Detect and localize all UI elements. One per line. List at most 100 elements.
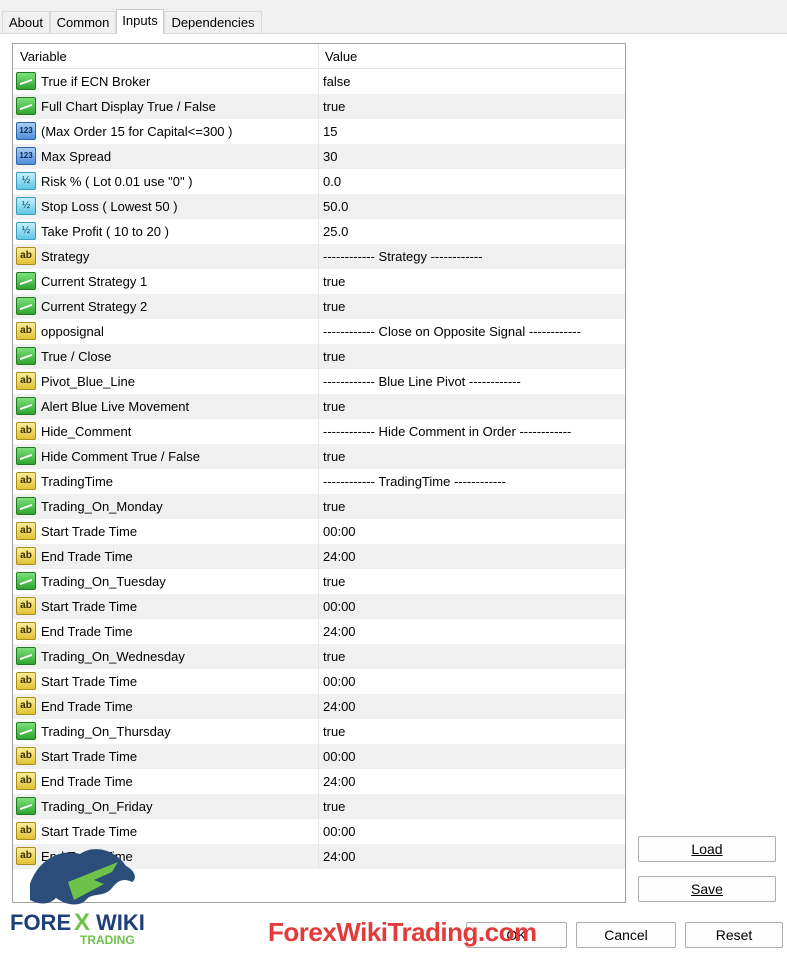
table-row[interactable]: Trading_On_Tuesday true: [13, 569, 625, 594]
variable-value[interactable]: ------------ Hide Comment in Order -----…: [323, 424, 571, 439]
bool-type-icon: [16, 572, 36, 590]
table-row[interactable]: Trading_On_Wednesday true: [13, 644, 625, 669]
table-row[interactable]: ½ Risk % ( Lot 0.01 use "0" ) 0.0: [13, 169, 625, 194]
table-row[interactable]: Trading_On_Thursday true: [13, 719, 625, 744]
variable-value[interactable]: true: [323, 574, 345, 589]
variable-value[interactable]: true: [323, 299, 345, 314]
table-row[interactable]: ab End Trade Time 24:00: [13, 544, 625, 569]
table-row[interactable]: ab Pivot_Blue_Line ------------ Blue Line …: [13, 369, 625, 394]
variable-value[interactable]: 24:00: [323, 774, 356, 789]
variable-value[interactable]: 30: [323, 149, 337, 164]
table-row[interactable]: ab Start Trade Time 00:00: [13, 519, 625, 544]
variable-value[interactable]: 24:00: [323, 699, 356, 714]
string-type-icon: ab: [16, 522, 36, 540]
variable-value[interactable]: 25.0: [323, 224, 348, 239]
table-row[interactable]: True / Close true: [13, 344, 625, 369]
table-row[interactable]: ab Start Trade Time 00:00: [13, 744, 625, 769]
save-button[interactable]: Save: [638, 876, 776, 902]
reset-button[interactable]: Reset: [685, 922, 783, 948]
variable-value[interactable]: 15: [323, 124, 337, 139]
variable-value[interactable]: 24:00: [323, 549, 356, 564]
variable-value[interactable]: 00:00: [323, 599, 356, 614]
table-row[interactable]: Trading_On_Friday true: [13, 794, 625, 819]
table-row[interactable]: Hide Comment True / False true: [13, 444, 625, 469]
reset-button-label: Reset: [715, 927, 753, 943]
variable-name: End Trade Time: [41, 624, 133, 639]
variable-name: (Max Order 15 for Capital<=300 ): [41, 124, 233, 139]
table-row[interactable]: 123 Max Spread 30: [13, 144, 625, 169]
variable-value[interactable]: 00:00: [323, 749, 356, 764]
variable-value[interactable]: 0.0: [323, 174, 341, 189]
table-row[interactable]: ab End Trade Time 24:00: [13, 694, 625, 719]
variable-value[interactable]: true: [323, 799, 345, 814]
variable-value[interactable]: true: [323, 349, 345, 364]
column-divider: [318, 694, 319, 719]
variable-value[interactable]: true: [323, 399, 345, 414]
table-row[interactable]: Trading_On_Monday true: [13, 494, 625, 519]
table-row[interactable]: Current Strategy 2 true: [13, 294, 625, 319]
variable-value[interactable]: true: [323, 649, 345, 664]
table-row[interactable]: ab End Trade Time 24:00: [13, 769, 625, 794]
variable-value[interactable]: true: [323, 99, 345, 114]
column-divider: [318, 94, 319, 119]
table-row[interactable]: ab Start Trade Time 00:00: [13, 669, 625, 694]
variable-value[interactable]: ------------ TradingTime ------------: [323, 474, 506, 489]
variable-value[interactable]: 24:00: [323, 849, 356, 864]
tab-common[interactable]: Common: [50, 11, 116, 33]
variable-name: Full Chart Display True / False: [41, 99, 216, 114]
variable-value[interactable]: 24:00: [323, 624, 356, 639]
column-divider: [318, 744, 319, 769]
table-row[interactable]: 123 (Max Order 15 for Capital<=300 ) 15: [13, 119, 625, 144]
variable-value[interactable]: true: [323, 724, 345, 739]
table-row[interactable]: ab Start Trade Time 00:00: [13, 819, 625, 844]
variable-value[interactable]: true: [323, 499, 345, 514]
bool-type-icon: [16, 272, 36, 290]
variable-value[interactable]: 50.0: [323, 199, 348, 214]
variable-value[interactable]: ------------ Close on Opposite Signal --…: [323, 324, 581, 339]
column-divider: [318, 169, 319, 194]
variable-value[interactable]: false: [323, 74, 350, 89]
table-row[interactable]: ½ Take Profit ( 10 to 20 ) 25.0: [13, 219, 625, 244]
variable-value[interactable]: ------------ Strategy ------------: [323, 249, 483, 264]
svg-text:TRADING: TRADING: [80, 933, 135, 947]
column-divider: [318, 69, 319, 94]
variable-value[interactable]: 00:00: [323, 824, 356, 839]
inputs-list[interactable]: Variable Value True if ECN Broker false Fu…: [12, 43, 626, 903]
variable-value[interactable]: 00:00: [323, 674, 356, 689]
column-divider: [318, 444, 319, 469]
variable-name: Start Trade Time: [41, 824, 138, 839]
load-button[interactable]: Load: [638, 836, 776, 862]
table-row[interactable]: ab Strategy ------------ Strategy --------…: [13, 244, 625, 269]
table-row[interactable]: ab End Trade Time 24:00: [13, 619, 625, 644]
bool-type-icon: [16, 497, 36, 515]
column-divider[interactable]: [318, 44, 319, 68]
variable-value[interactable]: 00:00: [323, 524, 356, 539]
table-row[interactable]: ab opposignal ------------ Close on Opposi…: [13, 319, 625, 344]
variable-value[interactable]: true: [323, 449, 345, 464]
table-row[interactable]: Current Strategy 1 true: [13, 269, 625, 294]
tab-dependencies[interactable]: Dependencies: [164, 11, 262, 33]
table-row[interactable]: True if ECN Broker false: [13, 69, 625, 94]
tab-inputs[interactable]: Inputs: [116, 9, 164, 34]
column-header-variable[interactable]: Variable: [20, 49, 67, 64]
column-divider: [318, 519, 319, 544]
variable-name: End Trade Time: [41, 774, 133, 789]
variable-value[interactable]: true: [323, 274, 345, 289]
table-row[interactable]: ab TradingTime ------------ TradingTime --…: [13, 469, 625, 494]
table-row[interactable]: ab Hide_Comment ------------ Hide Comment …: [13, 419, 625, 444]
cancel-button[interactable]: Cancel: [576, 922, 676, 948]
string-type-icon: ab: [16, 622, 36, 640]
table-row[interactable]: Alert Blue Live Movement true: [13, 394, 625, 419]
column-header-value[interactable]: Value: [325, 49, 357, 64]
string-type-icon: ab: [16, 747, 36, 765]
variable-name: Trading_On_Monday: [41, 499, 163, 514]
variable-value[interactable]: ------------ Blue Line Pivot -----------…: [323, 374, 521, 389]
column-divider: [318, 144, 319, 169]
table-row[interactable]: Full Chart Display True / False true: [13, 94, 625, 119]
bool-type-icon: [16, 722, 36, 740]
table-row[interactable]: ½ Stop Loss ( Lowest 50 ) 50.0: [13, 194, 625, 219]
table-row[interactable]: ab Start Trade Time 00:00: [13, 594, 625, 619]
column-divider: [318, 344, 319, 369]
tab-about[interactable]: About: [2, 11, 50, 33]
variable-name: Trading_On_Friday: [41, 799, 153, 814]
